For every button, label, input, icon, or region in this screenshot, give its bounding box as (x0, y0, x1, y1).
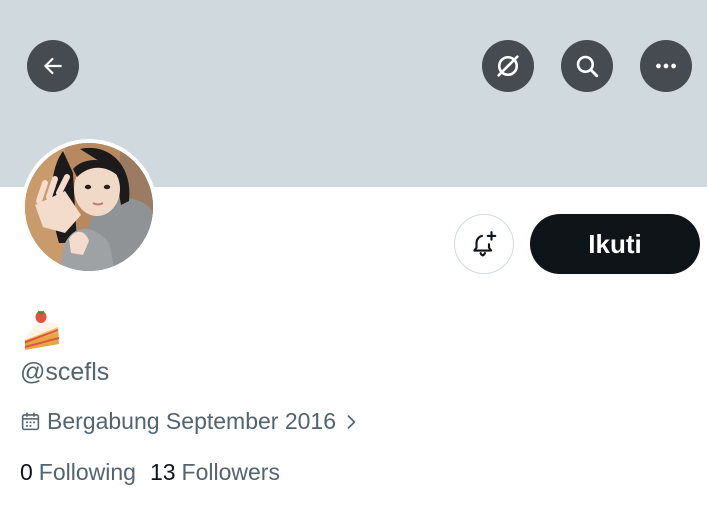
followers-count: 13 (149, 459, 176, 485)
follow-button-label: Ikuti (588, 228, 642, 259)
more-button[interactable] (640, 40, 692, 92)
search-icon (576, 55, 599, 78)
following-label: Following (38, 459, 136, 485)
follow-button[interactable]: Ikuti (530, 214, 700, 274)
bio-emoji: 🍰 (22, 308, 62, 352)
grok-button[interactable] (482, 40, 534, 92)
more-horizontal-icon (656, 63, 676, 69)
join-date-label: Bergabung September 2016 (47, 408, 336, 434)
grok-icon (497, 55, 519, 77)
arrow-left-icon (43, 57, 62, 75)
back-button[interactable] (27, 40, 79, 92)
followers-link[interactable]: 13 Followers (150, 459, 280, 486)
profile-handle: @scefls (20, 358, 110, 386)
notify-button[interactable] (454, 214, 514, 274)
follow-stats: 0 Following 13 Followers (20, 459, 280, 486)
bell-plus-icon (473, 231, 497, 257)
following-count: 0 (20, 459, 33, 485)
calendar-icon (21, 412, 40, 431)
join-date[interactable]: Bergabung September 2016 (20, 408, 360, 435)
search-button[interactable] (561, 40, 613, 92)
cake-icon (25, 310, 59, 350)
followers-label: Followers (181, 459, 280, 485)
avatar[interactable] (21, 139, 157, 275)
avatar-photo (25, 143, 153, 271)
following-link[interactable]: 0 Following (20, 459, 136, 486)
chevron-right-icon (347, 414, 356, 429)
